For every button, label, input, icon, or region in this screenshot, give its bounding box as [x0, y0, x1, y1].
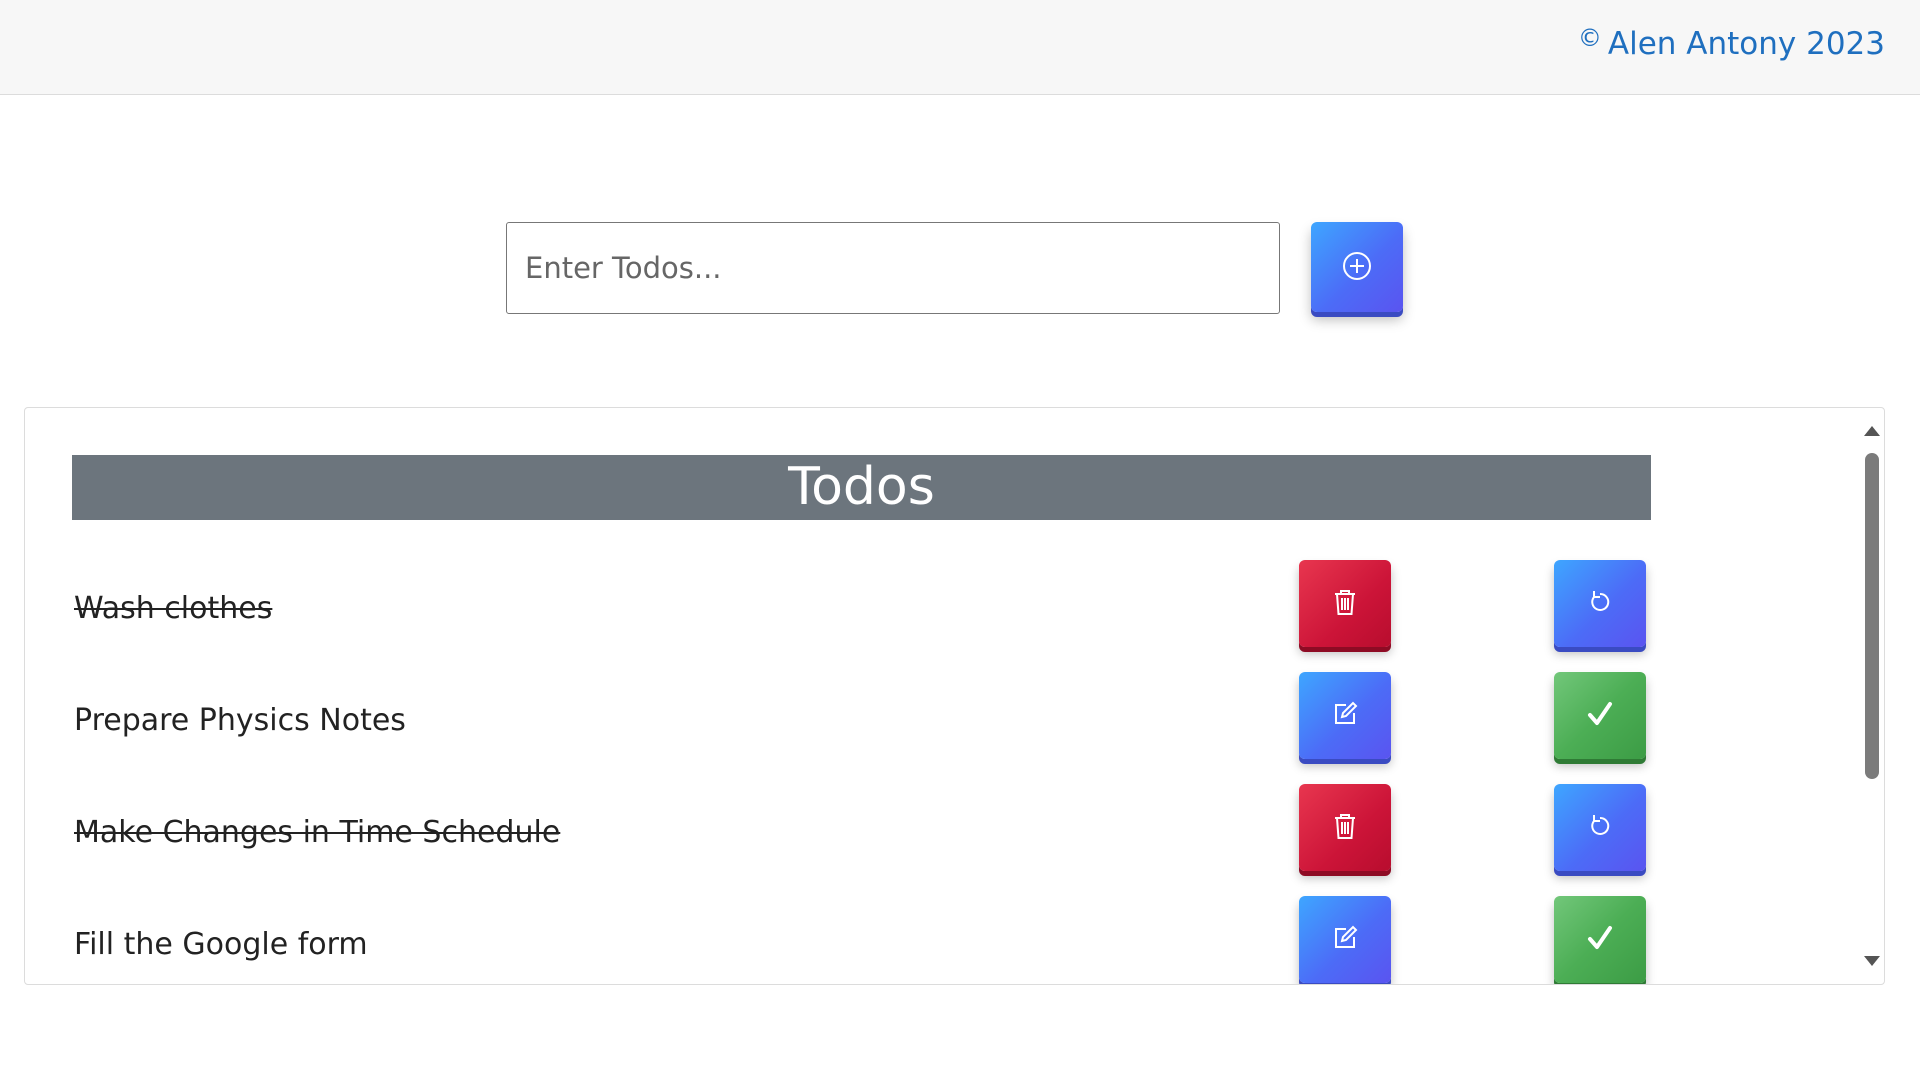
todo-row: Fill the Google form: [25, 889, 1825, 984]
undo-button[interactable]: [1554, 784, 1646, 871]
scroll-up-arrow-icon[interactable]: [1864, 426, 1880, 436]
check-icon: [1584, 698, 1616, 733]
top-header: © Alen Antony 2023: [0, 0, 1920, 95]
todo-row: Prepare Physics Notes: [25, 665, 1825, 760]
copyright-text: Alen Antony 2023: [1607, 26, 1885, 62]
complete-button[interactable]: [1554, 896, 1646, 983]
edit-button[interactable]: [1299, 896, 1391, 983]
edit-icon: [1330, 699, 1360, 732]
todo-list-panel: Todos Wash clothes Prepare Physics Notes…: [24, 407, 1885, 985]
todo-text: Prepare Physics Notes: [74, 703, 406, 738]
todo-text: Fill the Google form: [74, 927, 368, 962]
list-scrollbar[interactable]: [1856, 408, 1884, 984]
todo-row: Make Changes in Time Schedule: [25, 777, 1825, 872]
plus-circle-icon: [1340, 249, 1374, 286]
undo-icon: [1586, 588, 1614, 619]
scroll-thumb[interactable]: [1865, 453, 1879, 779]
todo-text: Make Changes in Time Schedule: [74, 815, 561, 850]
undo-button[interactable]: [1554, 560, 1646, 647]
edit-icon: [1330, 923, 1360, 956]
copyright-symbol: ©: [1577, 24, 1602, 52]
todo-row: Wash clothes: [25, 553, 1825, 648]
edit-button[interactable]: [1299, 672, 1391, 759]
todo-list-title: Todos: [72, 455, 1651, 520]
todo-text: Wash clothes: [74, 591, 273, 626]
add-todo-button[interactable]: [1311, 222, 1403, 312]
undo-icon: [1586, 812, 1614, 843]
copyright-notice: © Alen Antony 2023: [1578, 24, 1885, 62]
delete-button[interactable]: [1299, 784, 1391, 871]
add-todo-form: [506, 222, 1406, 314]
complete-button[interactable]: [1554, 672, 1646, 759]
trash-icon: [1331, 587, 1359, 620]
delete-button[interactable]: [1299, 560, 1391, 647]
check-icon: [1584, 922, 1616, 957]
trash-icon: [1331, 811, 1359, 844]
scroll-down-arrow-icon[interactable]: [1864, 956, 1880, 966]
todo-input[interactable]: [506, 222, 1280, 314]
